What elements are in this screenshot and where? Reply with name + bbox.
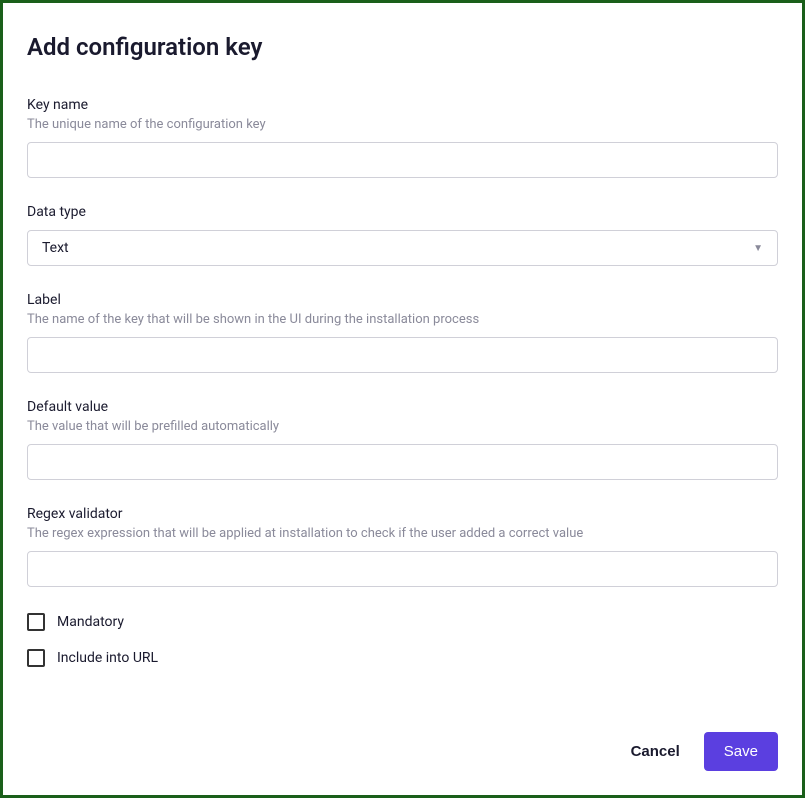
cancel-button[interactable]: Cancel	[627, 733, 684, 770]
save-button[interactable]: Save	[704, 732, 778, 771]
field-default-value: Default value The value that will be pre…	[27, 399, 778, 480]
data-type-select[interactable]: Text ▼	[27, 230, 778, 266]
regex-label: Regex validator	[27, 506, 778, 522]
regex-help: The regex expression that will be applie…	[27, 526, 778, 541]
include-url-label: Include into URL	[57, 650, 158, 666]
label-help: The name of the key that will be shown i…	[27, 312, 778, 327]
label-input[interactable]	[27, 337, 778, 373]
default-value-label: Default value	[27, 399, 778, 415]
field-key-name: Key name The unique name of the configur…	[27, 97, 778, 178]
field-regex-validator: Regex validator The regex expression tha…	[27, 506, 778, 587]
default-value-input[interactable]	[27, 444, 778, 480]
chevron-down-icon: ▼	[753, 243, 763, 254]
add-config-key-modal: Add configuration key Key name The uniqu…	[0, 0, 805, 798]
include-url-checkbox[interactable]	[27, 649, 45, 667]
data-type-label: Data type	[27, 204, 778, 220]
checkbox-mandatory-row: Mandatory	[27, 613, 778, 631]
field-label: Label The name of the key that will be s…	[27, 292, 778, 373]
key-name-input[interactable]	[27, 142, 778, 178]
key-name-help: The unique name of the configuration key	[27, 117, 778, 132]
modal-footer: Cancel Save	[627, 732, 778, 771]
field-data-type: Data type Text ▼	[27, 204, 778, 266]
regex-input[interactable]	[27, 551, 778, 587]
checkbox-include-url-row: Include into URL	[27, 649, 778, 667]
label-label: Label	[27, 292, 778, 308]
mandatory-checkbox[interactable]	[27, 613, 45, 631]
default-value-help: The value that will be prefilled automat…	[27, 419, 778, 434]
key-name-label: Key name	[27, 97, 778, 113]
mandatory-label: Mandatory	[57, 614, 124, 630]
modal-title: Add configuration key	[27, 33, 778, 61]
data-type-selected: Text	[42, 240, 69, 256]
